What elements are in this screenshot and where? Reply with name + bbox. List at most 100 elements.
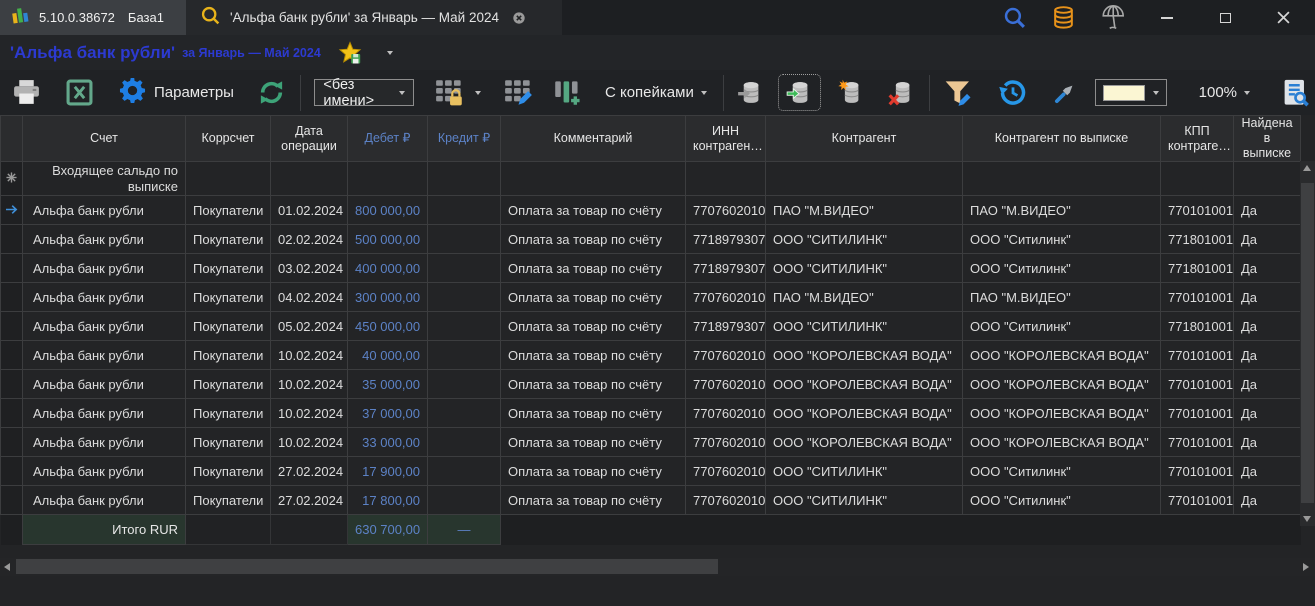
cell-corr-account[interactable]: Покупатели	[186, 196, 271, 225]
saldo-label[interactable]: Входящее сальдо по выписке	[23, 162, 186, 196]
cell-debit[interactable]: 450 000,00	[348, 312, 428, 341]
cell-inn[interactable]: 7707602010	[686, 399, 766, 428]
cell-inn[interactable]: 7707602010	[686, 196, 766, 225]
cell-credit[interactable]	[428, 486, 501, 515]
table-row[interactable]: Альфа банк рублиПокупатели01.02.2024800 …	[1, 196, 1301, 225]
cell-found[interactable]: Да	[1234, 283, 1301, 312]
zoom-dropdown[interactable]: 100%	[1191, 84, 1258, 101]
cell-contractor-statement[interactable]: ООО "Ситилинк"	[963, 486, 1161, 515]
table-row[interactable]: Альфа банк рублиПокупатели03.02.2024400 …	[1, 254, 1301, 283]
saldo-row[interactable]: Входящее сальдо по выписке	[1, 162, 1301, 196]
cell-inn[interactable]: 7718979307	[686, 225, 766, 254]
cell-found[interactable]: Да	[1234, 254, 1301, 283]
cell-contractor-statement[interactable]: ПАО "М.ВИДЕО"	[963, 196, 1161, 225]
cell-contractor[interactable]: ООО "КОРОЛЕВСКАЯ ВОДА"	[766, 428, 963, 457]
cell-found[interactable]: Да	[1234, 341, 1301, 370]
maximize-button[interactable]	[1203, 0, 1247, 35]
cell-date[interactable]: 01.02.2024	[271, 196, 348, 225]
cell-date[interactable]: 05.02.2024	[271, 312, 348, 341]
column-lock-button[interactable]	[430, 76, 469, 109]
cell-contractor[interactable]: ООО "КОРОЛЕВСКАЯ ВОДА"	[766, 370, 963, 399]
cell-inn[interactable]: 7707602010	[686, 486, 766, 515]
cell-account[interactable]: Альфа банк рубли	[23, 370, 186, 399]
minimize-button[interactable]	[1145, 0, 1189, 35]
scroll-right-icon[interactable]	[1303, 563, 1309, 571]
cell-kpp[interactable]: 770101001	[1161, 428, 1234, 457]
cell-date[interactable]: 10.02.2024	[271, 428, 348, 457]
cell-account[interactable]: Альфа банк рубли	[23, 196, 186, 225]
column-header[interactable]: Дебет ₽	[348, 116, 428, 162]
cell-account[interactable]: Альфа банк рубли	[23, 486, 186, 515]
cell-contractor[interactable]: ООО "КОРОЛЕВСКАЯ ВОДА"	[766, 341, 963, 370]
cell-found[interactable]: Да	[1234, 457, 1301, 486]
row-color-picker[interactable]	[1095, 79, 1167, 106]
titlebar-vacation-icon[interactable]	[1095, 2, 1131, 34]
table-row[interactable]: Альфа банк рублиПокупатели10.02.202437 0…	[1, 399, 1301, 428]
cell-kpp[interactable]: 771801001	[1161, 312, 1234, 341]
cell-comment[interactable]: Оплата за товар по счёту	[501, 370, 686, 399]
cell-credit[interactable]	[428, 399, 501, 428]
cell-contractor[interactable]: ООО "СИТИЛИНК"	[766, 486, 963, 515]
table-row[interactable]: Альфа банк рублиПокупатели27.02.202417 8…	[1, 486, 1301, 515]
tab-close-icon[interactable]	[512, 11, 526, 25]
cell-contractor-statement[interactable]: ООО "Ситилинк"	[963, 457, 1161, 486]
cell-comment[interactable]: Оплата за товар по счёту	[501, 196, 686, 225]
cell-found[interactable]: Да	[1234, 370, 1301, 399]
cell-date[interactable]: 02.02.2024	[271, 225, 348, 254]
cell-inn[interactable]: 7707602010	[686, 457, 766, 486]
table-row[interactable]: Альфа банк рублиПокупатели10.02.202435 0…	[1, 370, 1301, 399]
column-header[interactable]: Контрагент	[766, 116, 963, 162]
cell-account[interactable]: Альфа банк рубли	[23, 312, 186, 341]
cell-contractor[interactable]: ООО "СИТИЛИНК"	[766, 312, 963, 341]
cell-kpp[interactable]: 770101001	[1161, 283, 1234, 312]
cell-kpp[interactable]: 770101001	[1161, 341, 1234, 370]
history-button[interactable]	[993, 76, 1033, 110]
horizontal-scrollbar[interactable]	[0, 558, 1315, 576]
cell-contractor[interactable]: ООО "СИТИЛИНК"	[766, 457, 963, 486]
cell-date[interactable]: 04.02.2024	[271, 283, 348, 312]
scroll-up-icon[interactable]	[1303, 165, 1311, 171]
table-row[interactable]: Альфа банк рублиПокупатели02.02.2024500 …	[1, 225, 1301, 254]
cell-corr-account[interactable]: Покупатели	[186, 370, 271, 399]
cell-contractor[interactable]: ООО "СИТИЛИНК"	[766, 225, 963, 254]
cell-corr-account[interactable]: Покупатели	[186, 225, 271, 254]
column-add-button[interactable]	[548, 76, 587, 109]
cell-corr-account[interactable]: Покупатели	[186, 457, 271, 486]
cell-comment[interactable]: Оплата за товар по счёту	[501, 486, 686, 515]
cell-corr-account[interactable]: Покупатели	[186, 428, 271, 457]
cell-date[interactable]: 03.02.2024	[271, 254, 348, 283]
cell-inn[interactable]: 7707602010	[686, 428, 766, 457]
column-header[interactable]: Кредит ₽	[428, 116, 501, 162]
cell-account[interactable]: Альфа банк рубли	[23, 457, 186, 486]
cell-inn[interactable]: 7707602010	[686, 370, 766, 399]
cell-account[interactable]: Альфа банк рубли	[23, 225, 186, 254]
cell-debit[interactable]: 400 000,00	[348, 254, 428, 283]
cell-credit[interactable]	[428, 196, 501, 225]
filter-settings-button[interactable]	[938, 76, 979, 110]
cell-corr-account[interactable]: Покупатели	[186, 341, 271, 370]
column-edit-button[interactable]	[499, 76, 538, 109]
cell-date[interactable]: 10.02.2024	[271, 341, 348, 370]
cell-debit[interactable]: 17 900,00	[348, 457, 428, 486]
refresh-button[interactable]	[251, 75, 292, 110]
form-editor-button[interactable]	[1276, 75, 1315, 110]
cell-comment[interactable]: Оплата за товар по счёту	[501, 254, 686, 283]
close-button[interactable]	[1261, 0, 1305, 35]
cell-comment[interactable]: Оплата за товар по счёту	[501, 225, 686, 254]
column-header[interactable]: Найдена в выписке	[1234, 116, 1301, 162]
cell-debit[interactable]: 17 800,00	[348, 486, 428, 515]
cell-kpp[interactable]: 770101001	[1161, 370, 1234, 399]
cell-kpp[interactable]: 770101001	[1161, 457, 1234, 486]
cell-kpp[interactable]: 771801001	[1161, 254, 1234, 283]
cell-contractor[interactable]: ПАО "М.ВИДЕО"	[766, 283, 963, 312]
cell-found[interactable]: Да	[1234, 428, 1301, 457]
cell-date[interactable]: 10.02.2024	[271, 370, 348, 399]
favorite-save-icon[interactable]	[337, 41, 363, 65]
column-header[interactable]: ИНН контраген…	[686, 116, 766, 162]
cell-debit[interactable]: 300 000,00	[348, 283, 428, 312]
preset-combobox[interactable]: <без имени>	[314, 79, 414, 106]
print-button[interactable]	[6, 76, 47, 109]
cell-account[interactable]: Альфа банк рубли	[23, 283, 186, 312]
cell-date[interactable]: 27.02.2024	[271, 486, 348, 515]
cell-debit[interactable]: 500 000,00	[348, 225, 428, 254]
